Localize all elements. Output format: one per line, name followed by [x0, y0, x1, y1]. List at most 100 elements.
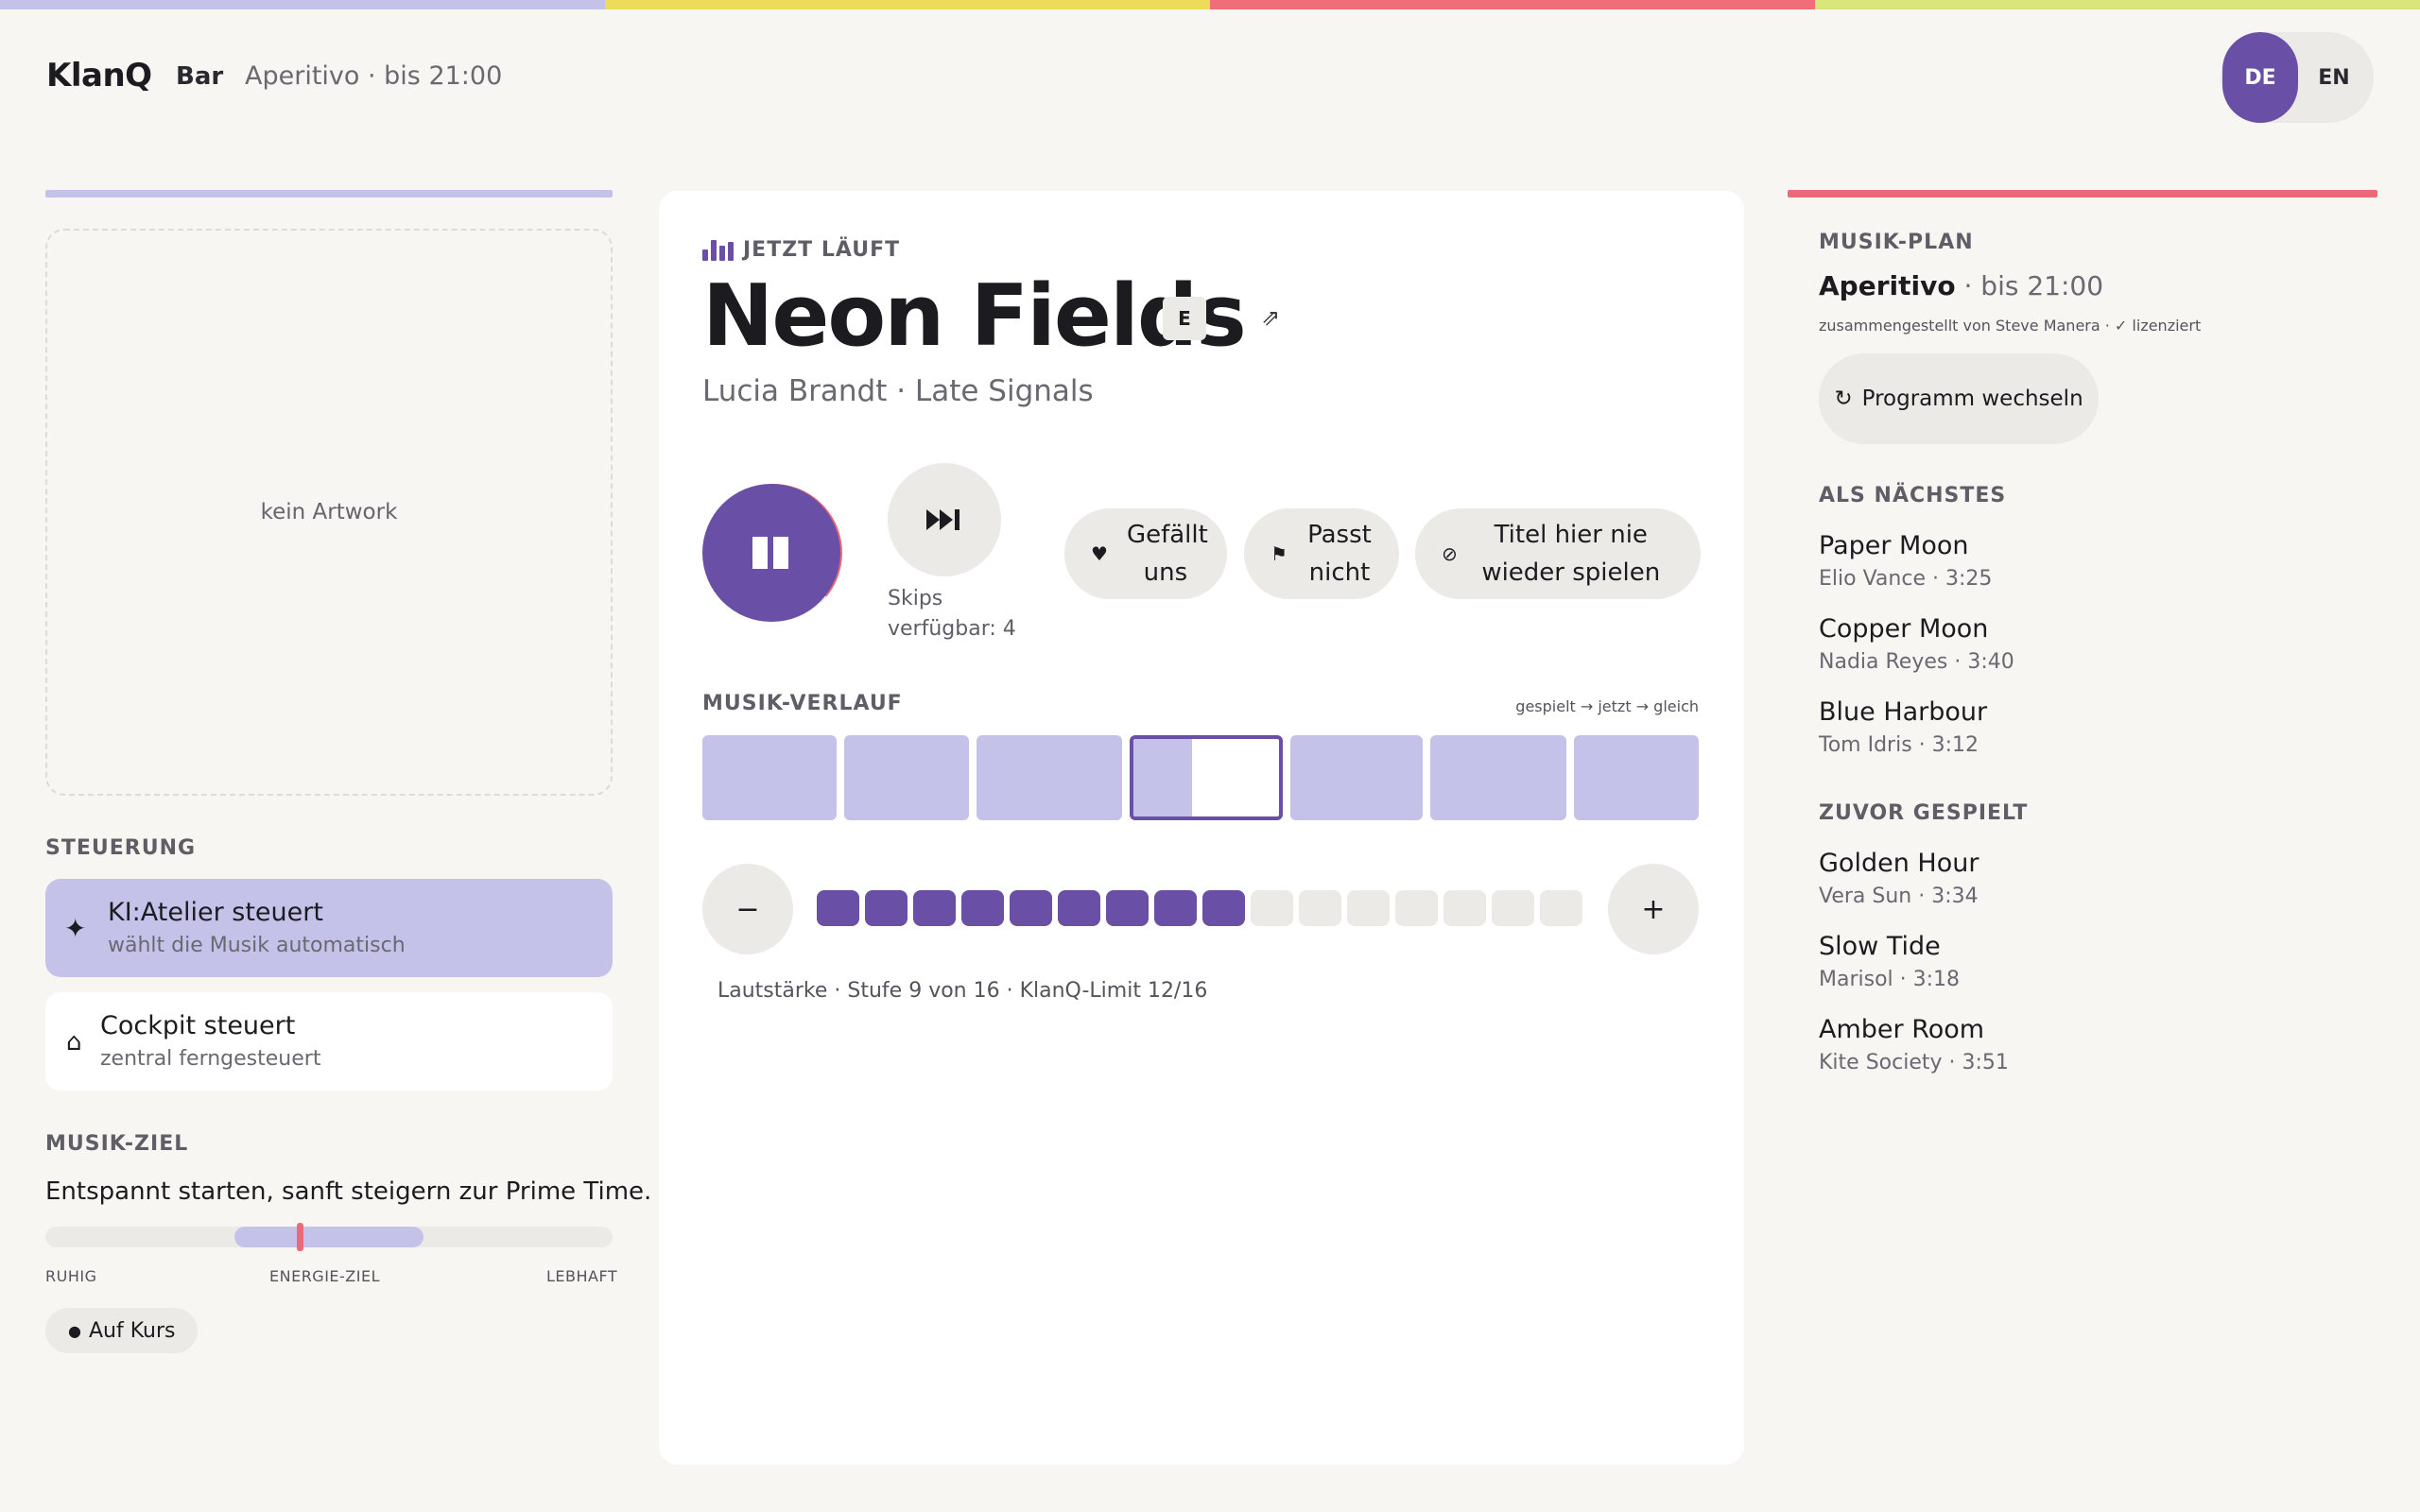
explicit-badge: E	[1163, 297, 1206, 340]
volume-status-text: Lautstärke · Stufe 9 von 16 · KlanQ-Limi…	[717, 979, 1208, 1003]
language-toggle: DE EN	[2221, 32, 2374, 123]
volume-step[interactable]	[865, 890, 908, 926]
switch-program-label: Programm wechseln	[1861, 387, 2083, 411]
history-segment[interactable]	[844, 735, 969, 820]
venue-name: Bar	[176, 62, 224, 91]
like-button-label: Gefällt uns	[1126, 521, 1208, 587]
lang-en-button[interactable]: EN	[2296, 32, 2372, 123]
volume-step[interactable]	[1106, 890, 1149, 926]
skips-available: Skips verfügbar: 4	[888, 587, 1016, 641]
previous-track-title: Golden Hour	[1819, 849, 1979, 878]
next-track-meta: Elio Vance · 3:25	[1819, 567, 1993, 591]
block-icon: ⊘	[1442, 542, 1458, 565]
sparkle-icon: ✦	[64, 913, 87, 944]
home-icon: ⌂	[66, 1028, 82, 1057]
block-track-button-label: Titel hier nie wieder spielen	[1481, 521, 1661, 587]
volume-step[interactable]	[1058, 890, 1100, 926]
play-control	[702, 463, 844, 644]
block-track-button[interactable]: ⊘ Titel hier nie wieder spielen	[1415, 508, 1701, 599]
heart-icon: ♥	[1091, 542, 1108, 565]
strip-segment-lime	[1815, 0, 2420, 9]
energy-current-marker	[297, 1223, 303, 1251]
external-link-icon[interactable]: ⇗	[1261, 304, 1280, 331]
history-current-progress	[1133, 739, 1192, 816]
skip-next-icon	[926, 509, 959, 530]
strip-segment-lavender	[0, 0, 605, 9]
volume-step[interactable]	[1299, 890, 1341, 926]
volume-step[interactable]	[1251, 890, 1293, 926]
volume-down-button[interactable]: −	[702, 864, 793, 954]
control-mode-ai-title: KI:Atelier steuert	[108, 898, 323, 927]
now-playing-label: JETZT LÄUFT	[702, 238, 900, 262]
volume-up-button[interactable]: +	[1608, 864, 1699, 954]
control-mode-ai-subtitle: wählt die Musik automatisch	[108, 934, 406, 957]
previous-track-meta: Vera Sun · 3:34	[1819, 885, 1979, 908]
volume-level-steps[interactable]	[817, 890, 1582, 926]
energy-scale-low: RUHIG	[45, 1267, 97, 1285]
history-segment[interactable]	[977, 735, 1122, 820]
status-badge-text: Auf Kurs	[88, 1318, 176, 1343]
switch-program-button[interactable]: ↻ Programm wechseln	[1819, 353, 2099, 444]
previous-track-title: Amber Room	[1819, 1015, 1985, 1044]
pause-button[interactable]	[702, 484, 840, 622]
plan-until: · bis 21:00	[1955, 270, 2104, 301]
header: KlanQ Bar Aperitivo · bis 21:00 DE EN	[0, 9, 2420, 146]
refresh-icon: ↻	[1834, 387, 1853, 411]
volume-step[interactable]	[1395, 890, 1438, 926]
track-artist-album: Lucia Brandt · Late Signals	[702, 374, 1094, 408]
volume-step[interactable]	[817, 890, 859, 926]
volume-step[interactable]	[1154, 890, 1197, 926]
history-segment-current[interactable]	[1130, 735, 1283, 820]
right-accent-bar	[1788, 190, 2377, 198]
equalizer-icon	[702, 239, 734, 261]
history-segment[interactable]	[702, 735, 837, 820]
energy-scale-high: LEBHAFT	[546, 1267, 618, 1285]
control-mode-ai[interactable]: ✦ KI:Atelier steuert wählt die Musik aut…	[45, 879, 613, 977]
dislike-button-label: Passt nicht	[1307, 521, 1372, 587]
volume-step[interactable]	[1492, 890, 1534, 926]
energy-scale-mid: ENERGIE-ZIEL	[269, 1267, 381, 1285]
top-color-strip	[0, 0, 2420, 9]
dislike-button[interactable]: ⚑ Passt nicht	[1244, 508, 1399, 599]
plan-curated-by: zusammengestellt von Steve Manera · ✓ li…	[1819, 317, 2202, 335]
next-section-label: ALS NÄCHSTES	[1819, 484, 2007, 507]
history-timeline	[702, 735, 1699, 820]
plan-name: Aperitivo	[1819, 270, 1956, 301]
next-track-title: Copper Moon	[1819, 614, 1989, 644]
history-segment[interactable]	[1574, 735, 1699, 820]
skip-button[interactable]	[888, 463, 1001, 576]
control-section-label: STEUERUNG	[45, 836, 197, 860]
volume-step[interactable]	[1347, 890, 1390, 926]
plan-title: Aperitivo · bis 21:00	[1819, 270, 2103, 301]
status-dot-icon: ●	[68, 1321, 81, 1340]
now-playing-label-text: JETZT LÄUFT	[743, 238, 901, 262]
history-legend: gespielt → jetzt → gleich	[1515, 697, 1699, 715]
lang-de-button[interactable]: DE	[2222, 32, 2298, 123]
history-segment[interactable]	[1430, 735, 1566, 820]
flag-icon: ⚑	[1270, 542, 1288, 565]
goal-text: Entspannt starten, sanft steigern zur Pr…	[45, 1177, 652, 1206]
history-label: MUSIK-VERLAUF	[702, 692, 903, 715]
history-segment[interactable]	[1290, 735, 1423, 820]
volume-step[interactable]	[1202, 890, 1245, 926]
volume-step[interactable]	[1010, 890, 1052, 926]
artwork-placeholder-text: kein Artwork	[260, 500, 398, 524]
plan-section-label: MUSIK-PLAN	[1819, 231, 1974, 254]
volume-step[interactable]	[961, 890, 1004, 926]
app-logo[interactable]: KlanQ	[46, 57, 152, 94]
strip-segment-yellow	[605, 0, 1210, 9]
volume-step[interactable]	[1443, 890, 1486, 926]
next-track-meta: Tom Idris · 3:12	[1819, 733, 1979, 757]
volume-step[interactable]	[1540, 890, 1582, 926]
previous-track-meta: Marisol · 3:18	[1819, 968, 1961, 991]
left-accent-bar	[45, 190, 613, 198]
control-mode-cockpit[interactable]: ⌂ Cockpit steuert zentral ferngesteuert	[45, 992, 613, 1091]
next-track-meta: Nadia Reyes · 3:40	[1819, 650, 2014, 674]
now-playing-card: JETZT LÄUFT Neon Fields E ⇗ Lucia Brandt…	[659, 191, 1744, 1465]
like-button[interactable]: ♥ Gefällt uns	[1064, 508, 1227, 599]
status-badge: ● Auf Kurs	[45, 1308, 199, 1353]
volume-step[interactable]	[913, 890, 956, 926]
goal-section-label: MUSIK-ZIEL	[45, 1132, 189, 1156]
energy-slider	[45, 1223, 613, 1251]
previous-track-title: Slow Tide	[1819, 932, 1941, 961]
